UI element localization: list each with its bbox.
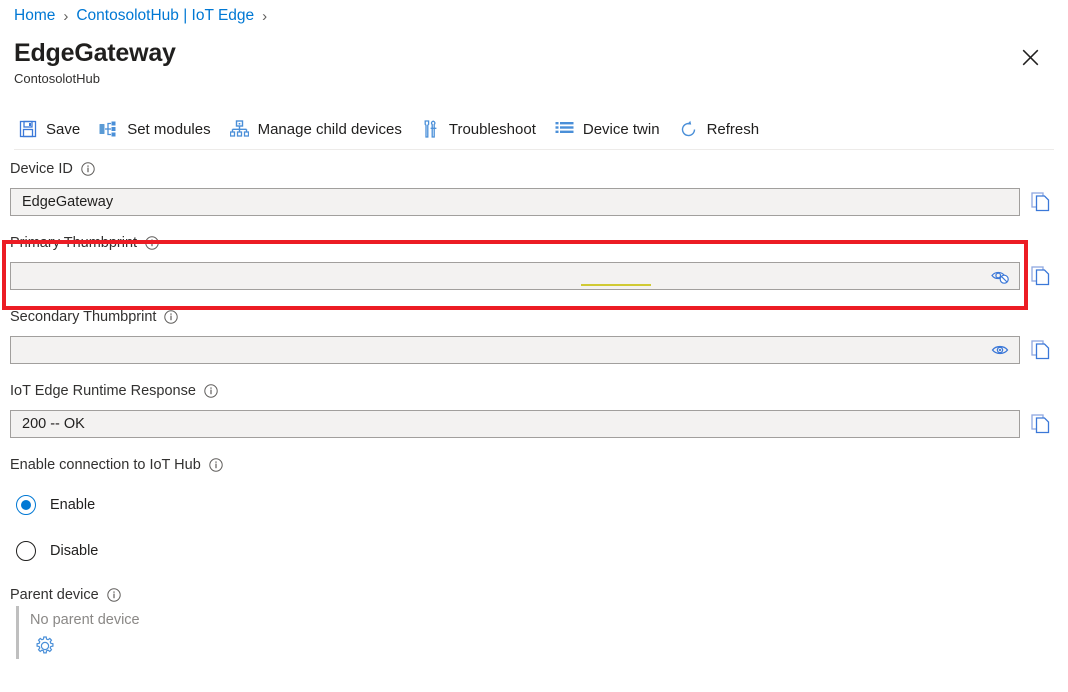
eye-hidden-icon xyxy=(991,268,1010,284)
set-modules-icon xyxy=(98,119,120,139)
breadcrumb: Home › ContosolotHub | IoT Edge › xyxy=(14,3,275,29)
manage-child-devices-button[interactable]: Manage child devices xyxy=(226,113,411,145)
close-icon xyxy=(1022,49,1039,66)
device-twin-label: Device twin xyxy=(583,121,660,138)
redaction-mark xyxy=(581,284,651,286)
info-icon[interactable] xyxy=(209,458,223,472)
enable-connection-label-row: Enable connection to IoT Hub xyxy=(0,454,1068,476)
radio-enable-control[interactable] xyxy=(16,495,36,515)
save-icon xyxy=(17,119,39,139)
runtime-response-label: IoT Edge Runtime Response xyxy=(10,383,196,399)
refresh-button[interactable]: Refresh xyxy=(675,113,769,145)
secondary-thumbprint-input[interactable] xyxy=(10,336,1020,364)
set-modules-button[interactable]: Set modules xyxy=(95,113,219,145)
breadcrumb-item-iothub[interactable]: ContosolotHub | IoT Edge xyxy=(76,7,254,25)
copy-secondary-thumbprint-button[interactable] xyxy=(1028,337,1054,363)
save-button[interactable]: Save xyxy=(14,113,89,145)
gear-icon xyxy=(35,636,55,656)
secondary-thumbprint-label-row: Secondary Thumbprint xyxy=(0,306,1068,328)
info-icon[interactable] xyxy=(107,588,121,602)
info-icon[interactable] xyxy=(145,236,159,250)
copy-runtime-response-button[interactable] xyxy=(1028,411,1054,437)
device-id-label-row: Device ID xyxy=(0,158,1068,180)
primary-thumbprint-label: Primary Thumbprint xyxy=(10,235,137,251)
primary-thumbprint-row xyxy=(0,262,1068,290)
set-modules-label: Set modules xyxy=(127,121,210,138)
device-id-value: EdgeGateway xyxy=(22,194,1011,210)
troubleshoot-button[interactable]: Troubleshoot xyxy=(417,113,545,145)
breadcrumb-separator-icon: › xyxy=(262,8,267,25)
breadcrumb-separator-icon: › xyxy=(63,8,68,25)
copy-icon xyxy=(1031,192,1051,212)
radio-disable[interactable]: Disable xyxy=(0,534,1068,568)
runtime-response-label-row: IoT Edge Runtime Response xyxy=(0,380,1068,402)
parent-device-empty-text: No parent device xyxy=(30,609,1068,631)
hierarchy-icon xyxy=(229,119,251,139)
radio-disable-control[interactable] xyxy=(16,541,36,561)
device-id-input[interactable]: EdgeGateway xyxy=(10,188,1020,216)
device-id-label: Device ID xyxy=(10,161,73,177)
copy-icon xyxy=(1031,266,1051,286)
troubleshoot-label: Troubleshoot xyxy=(449,121,536,138)
page-title: EdgeGateway xyxy=(14,38,176,68)
parent-device-settings-button[interactable] xyxy=(32,633,58,659)
toggle-primary-thumbprint-visibility-button[interactable] xyxy=(989,265,1011,287)
parent-device-label-row: Parent device xyxy=(0,584,1068,606)
copy-primary-thumbprint-button[interactable] xyxy=(1028,263,1054,289)
tools-icon xyxy=(420,119,442,139)
save-label: Save xyxy=(46,121,80,138)
runtime-response-row: 200 -- OK xyxy=(0,410,1068,438)
close-button[interactable] xyxy=(1014,41,1046,73)
info-icon[interactable] xyxy=(81,162,95,176)
copy-icon xyxy=(1031,340,1051,360)
device-form: Device ID EdgeGateway Primary Thumbprint xyxy=(0,158,1068,659)
toggle-secondary-thumbprint-visibility-button[interactable] xyxy=(989,339,1011,361)
radio-enable-dot xyxy=(21,500,31,510)
info-icon[interactable] xyxy=(204,384,218,398)
command-bar-divider xyxy=(14,149,1054,150)
secondary-thumbprint-label: Secondary Thumbprint xyxy=(10,309,156,325)
runtime-response-value: 200 -- OK xyxy=(22,416,1011,432)
refresh-label: Refresh xyxy=(707,121,760,138)
page-header: EdgeGateway ContosolotHub xyxy=(14,38,176,87)
list-icon xyxy=(554,119,576,139)
primary-thumbprint-label-row: Primary Thumbprint xyxy=(0,232,1068,254)
enable-connection-label: Enable connection to IoT Hub xyxy=(10,457,201,473)
parent-device-label: Parent device xyxy=(10,587,99,603)
device-twin-button[interactable]: Device twin xyxy=(551,113,669,145)
copy-device-id-button[interactable] xyxy=(1028,189,1054,215)
manage-child-devices-label: Manage child devices xyxy=(258,121,402,138)
secondary-thumbprint-row xyxy=(0,336,1068,364)
primary-thumbprint-input[interactable] xyxy=(10,262,1020,290)
copy-icon xyxy=(1031,414,1051,434)
breadcrumb-item-home[interactable]: Home xyxy=(14,7,55,25)
command-bar: Save Set modules xyxy=(14,112,1054,146)
runtime-response-input[interactable]: 200 -- OK xyxy=(10,410,1020,438)
info-icon[interactable] xyxy=(164,310,178,324)
page-subtitle: ContosolotHub xyxy=(14,70,176,87)
radio-enable-label: Enable xyxy=(50,497,95,513)
refresh-icon xyxy=(678,119,700,139)
radio-disable-label: Disable xyxy=(50,543,98,559)
parent-device-body: No parent device xyxy=(16,606,1068,659)
radio-enable[interactable]: Enable xyxy=(0,488,1068,522)
eye-icon xyxy=(991,343,1010,357)
device-id-row: EdgeGateway xyxy=(0,188,1068,216)
